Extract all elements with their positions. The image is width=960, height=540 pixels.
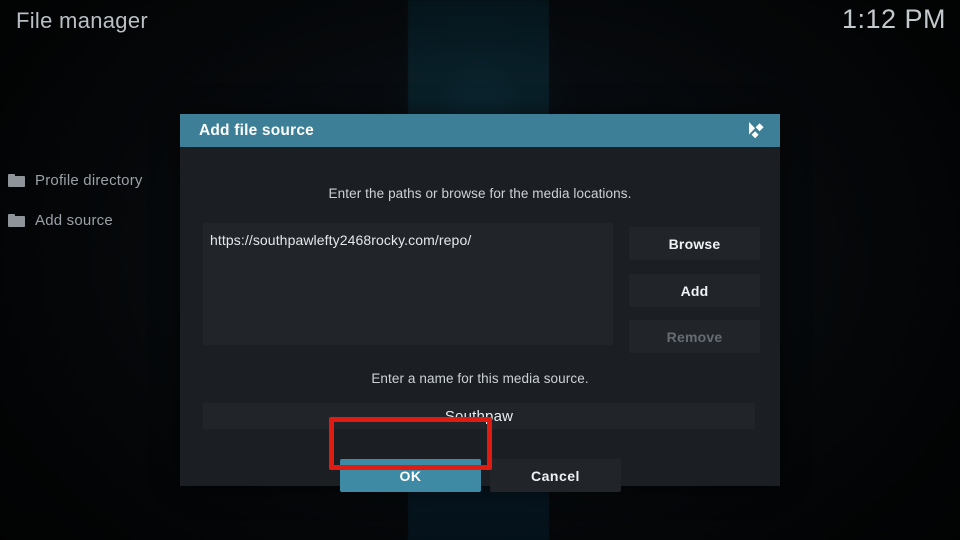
folder-icon [8,173,25,187]
source-name-input[interactable]: Southpaw [203,403,755,429]
source-name-value: Southpaw [444,407,514,425]
paths-hint-label: Enter the paths or browse for the media … [328,186,632,201]
sidebar-item-profile-directory[interactable]: Profile directory [0,160,180,200]
file-source-list: Profile directory Add source [0,160,180,240]
dialog-body: Enter the paths or browse for the media … [180,147,780,492]
cancel-button[interactable]: Cancel [490,459,621,492]
sidebar-item-label: Add source [35,211,113,229]
remove-button: Remove [629,320,760,353]
dialog-title: Add file source [199,121,314,139]
dialog-titlebar: Add file source [180,114,780,147]
kodi-screen: File manager 1:12 PM Profile directory A… [0,0,960,540]
name-hint-label: Enter a name for this media source. [371,371,589,386]
path-value: https://southpawlefty2468rocky.com/repo/ [210,232,472,248]
paths-list-input[interactable]: https://southpawlefty2468rocky.com/repo/ [203,223,613,345]
clock: 1:12 PM [841,4,946,34]
folder-icon [8,213,25,227]
sidebar-item-add-source[interactable]: Add source [0,200,180,240]
add-button[interactable]: Add [629,274,760,307]
browse-button[interactable]: Browse [629,227,760,260]
sidebar-item-label: Profile directory [35,171,143,189]
page-title: File manager [16,8,148,33]
kodi-logo-icon [742,118,768,144]
ok-button[interactable]: OK [340,459,481,492]
top-bar: File manager 1:12 PM [0,0,960,48]
add-file-source-dialog: Add file source Enter the paths or brows… [180,114,780,492]
